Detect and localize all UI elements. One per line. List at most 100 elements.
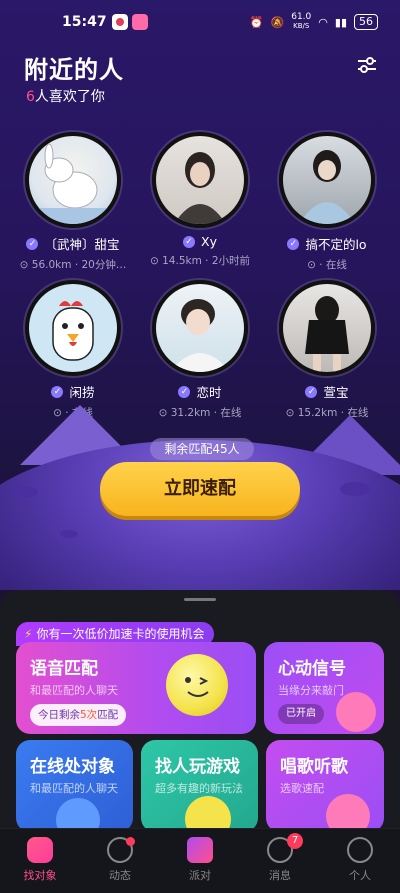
nearby-section: 15:47 ⏰ 🔕 61.0KB/S ◠ ▮▮ 56 附近的人 6人喜欢了你 — [0, 0, 400, 590]
verified-icon: ✓ — [305, 385, 318, 398]
person-photo — [174, 152, 226, 224]
user-meta: ⊙ 14.5km · 2小时前 — [135, 253, 265, 268]
location-icon: ⊙ — [158, 407, 168, 419]
smile-face-icon — [347, 837, 373, 863]
tab-profile[interactable]: 个人 — [320, 837, 400, 883]
likes-text: 人喜欢了你 — [34, 89, 105, 105]
person-photo — [305, 296, 349, 372]
green-mascot-icon — [185, 796, 231, 832]
verified-icon: ✓ — [183, 235, 196, 248]
bottom-tab-bar: 找对象 动态 派对 7 消息 个人 — [0, 828, 400, 893]
user-name-row: ✓ 闲捞 — [8, 382, 138, 401]
user-name-row: ✓ 萱宝 — [262, 382, 392, 401]
user-distance-time: 56.0km · 20分钟… — [31, 259, 127, 271]
sheet-handle[interactable] — [184, 598, 216, 601]
party-popper-icon — [187, 837, 213, 863]
card-subtitle: 超多有趣的新玩法 — [155, 782, 243, 795]
chat-bubble-icon: 7 — [267, 833, 303, 863]
user-name: 萱宝 — [323, 385, 349, 400]
heart-icon — [27, 837, 53, 863]
smiley-mascot-icon — [166, 654, 228, 716]
user-name: 搞不定的lo — [305, 237, 367, 252]
user-card[interactable]: ✓ Xy ⊙ 14.5km · 2小时前 — [135, 132, 265, 268]
crater-decoration — [12, 486, 38, 498]
tab-party[interactable]: 派对 — [160, 837, 240, 883]
card-subtitle: 选歌速配 — [280, 782, 324, 795]
page-title: 附近的人 — [24, 56, 124, 84]
app-notification-icon-2 — [132, 14, 148, 30]
new-indicator — [126, 837, 135, 846]
location-icon: ⊙ — [149, 255, 159, 267]
user-name: 闲捞 — [69, 385, 95, 400]
card-subtitle: 当缘分来敲门 — [278, 684, 344, 697]
card-title: 在线处对象 — [30, 757, 115, 777]
remaining-matches: 剩余匹配45人 — [150, 438, 254, 460]
find-game-partner-card[interactable]: 找人玩游戏 超多有趣的新玩法 — [141, 740, 258, 832]
user-card[interactable]: ✓ 萱宝 ⊙ 15.2km · 在线 — [262, 280, 392, 420]
heart-signal-card[interactable]: 心动信号 当缘分来敲门 已开启 — [264, 642, 384, 734]
avatar — [25, 280, 121, 376]
person-photo — [170, 299, 230, 372]
quick-match-button[interactable]: 立即速配 — [100, 462, 300, 516]
user-name: 恋时 — [196, 385, 222, 400]
app-notification-icon — [112, 14, 128, 30]
wifi-icon: ◠ — [318, 15, 328, 29]
user-name: 〔武神〕甜宝 — [44, 237, 120, 252]
crater-decoration — [340, 482, 370, 496]
user-distance-time: 14.5km · 2小时前 — [162, 255, 251, 267]
verified-icon: ✓ — [287, 237, 300, 250]
sing-listen-card[interactable]: 唱歌听歌 选歌速配 — [266, 740, 384, 832]
avatar — [152, 280, 248, 376]
user-meta: ⊙ 31.2km · 在线 — [135, 405, 265, 420]
crater-decoration — [60, 530, 78, 538]
user-name-row: ✓ 搞不定的lo — [262, 234, 392, 253]
tab-messages[interactable]: 7 消息 — [240, 833, 320, 883]
user-meta: ⊙ 56.0km · 20分钟… — [8, 257, 138, 272]
verified-icon: ✓ — [178, 385, 191, 398]
signal-icon: ▮▮ — [334, 15, 347, 29]
network-speed: 61.0 KB/S — [291, 12, 312, 31]
user-card[interactable]: ✓ 搞不定的lo ⊙ · 在线 — [262, 132, 392, 272]
music-mascot-icon — [326, 794, 370, 832]
mute-icon: 🔕 — [270, 15, 285, 29]
status-indicators: ⏰ 🔕 61.0 KB/S ◠ ▮▮ 56 — [250, 13, 378, 31]
tab-moments[interactable]: 动态 — [80, 837, 160, 883]
user-name-row: ✓ Xy — [135, 234, 265, 249]
planet-icon — [107, 837, 135, 863]
blue-mascot-icon — [56, 798, 100, 832]
location-icon: ⊙ — [307, 259, 316, 271]
person-photo — [299, 150, 355, 224]
pink-mascot-icon — [336, 692, 376, 732]
user-card[interactable]: ✓ 闲捞 ⊙ · 在线 — [8, 280, 138, 420]
verified-icon: ✓ — [26, 237, 39, 250]
filter-icon[interactable] — [356, 56, 378, 74]
battery-indicator: 56 — [354, 14, 378, 30]
card-subtitle: 和最匹配的人聊天 — [30, 782, 118, 795]
likes-count: 6 — [26, 89, 35, 105]
location-icon: ⊙ — [19, 259, 29, 271]
tab-find-partner[interactable]: 找对象 — [0, 837, 80, 883]
avatar — [279, 280, 375, 376]
status-time: 15:47 — [62, 14, 107, 30]
status-bar: 15:47 ⏰ 🔕 61.0 KB/S ◠ ▮▮ 56 — [0, 0, 400, 40]
card-title: 唱歌听歌 — [280, 757, 348, 777]
card-subtitle: 和最匹配的人聊天 — [30, 684, 118, 697]
likes-summary[interactable]: 6人喜欢了你 — [26, 86, 105, 106]
user-meta: ⊙ · 在线 — [262, 257, 392, 272]
voice-match-card[interactable]: 语音匹配 和最匹配的人聊天 今日剩余5次匹配 — [16, 642, 256, 734]
avatar — [279, 132, 375, 228]
remaining-count-pill: 今日剩余5次匹配 — [30, 704, 127, 726]
avatar — [25, 132, 121, 228]
user-card[interactable]: ✓ 恋时 ⊙ 31.2km · 在线 — [135, 280, 265, 420]
card-title: 找人玩游戏 — [155, 757, 240, 777]
avatar — [152, 132, 248, 228]
card-title: 语音匹配 — [30, 659, 98, 679]
chicken-illustration — [52, 301, 94, 361]
user-name-row: ✓ 恋时 — [135, 382, 265, 401]
card-title: 心动信号 — [278, 659, 346, 679]
online-dating-card[interactable]: 在线处对象 和最匹配的人聊天 — [16, 740, 133, 832]
rabbit-illustration — [29, 143, 117, 224]
user-distance-time: · 在线 — [319, 259, 347, 271]
user-card[interactable]: ✓ 〔武神〕甜宝 ⊙ 56.0km · 20分钟… — [8, 132, 138, 272]
user-name: Xy — [201, 234, 217, 249]
